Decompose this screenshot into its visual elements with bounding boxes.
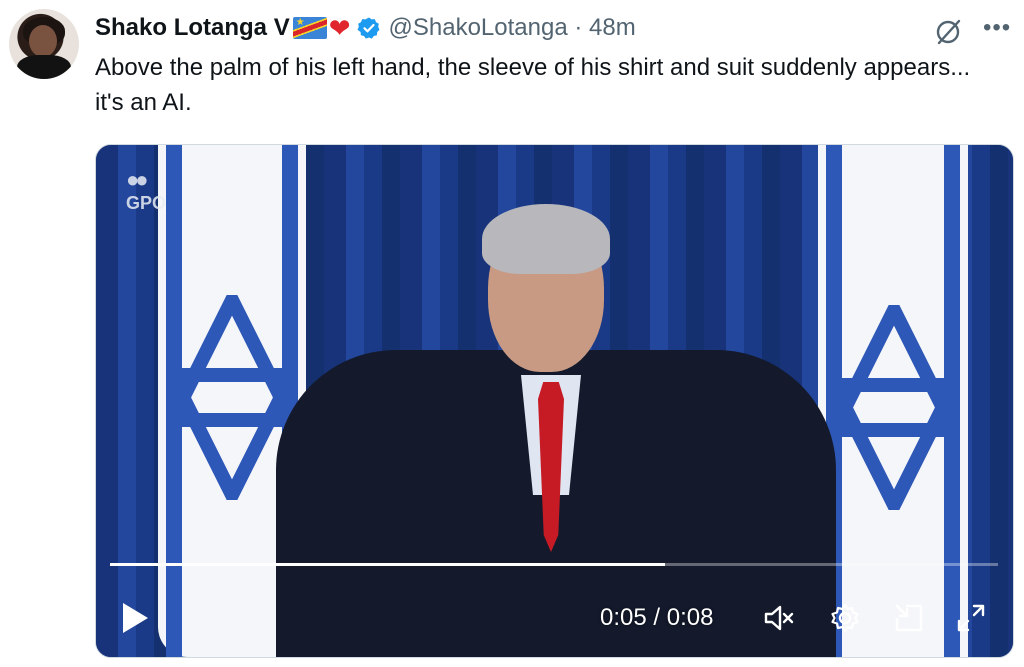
tweet-header: Shako Lotanga V ★ ❤ @ShakoLotanga · 48m xyxy=(95,12,636,44)
play-icon[interactable] xyxy=(120,601,150,635)
video-time: 0:05 / 0:08 xyxy=(600,604,713,632)
more-icon[interactable]: ••• xyxy=(983,14,1011,42)
author-avatar[interactable] xyxy=(9,9,79,79)
time-separator: / xyxy=(653,604,661,631)
israel-flag-right xyxy=(818,145,968,657)
settings-gear-icon[interactable] xyxy=(828,601,862,635)
drc-flag-emoji: ★ xyxy=(292,17,327,39)
muted-speaker-icon[interactable] xyxy=(762,601,796,635)
duration: 0:08 xyxy=(666,604,714,631)
video-progress-fill xyxy=(110,563,665,566)
gpo-watermark: ●● GPO xyxy=(126,167,167,213)
grok-icon[interactable] xyxy=(934,16,964,46)
author-handle-time[interactable]: @ShakoLotanga · 48m xyxy=(389,14,636,42)
fullscreen-icon[interactable] xyxy=(954,601,988,635)
author-name[interactable]: Shako Lotanga V xyxy=(95,14,290,42)
speaker-figure xyxy=(256,200,836,657)
tweet-text: Above the palm of his left hand, the sle… xyxy=(95,54,971,116)
video-player[interactable]: ●● GPO 0:05 / 0:08 xyxy=(95,144,1014,658)
picture-in-picture-icon[interactable] xyxy=(892,601,926,635)
verified-badge-icon xyxy=(357,17,379,39)
video-progress-bar[interactable] xyxy=(110,563,998,566)
red-heart-emoji: ❤ xyxy=(328,13,351,43)
current-time: 0:05 xyxy=(600,604,647,631)
